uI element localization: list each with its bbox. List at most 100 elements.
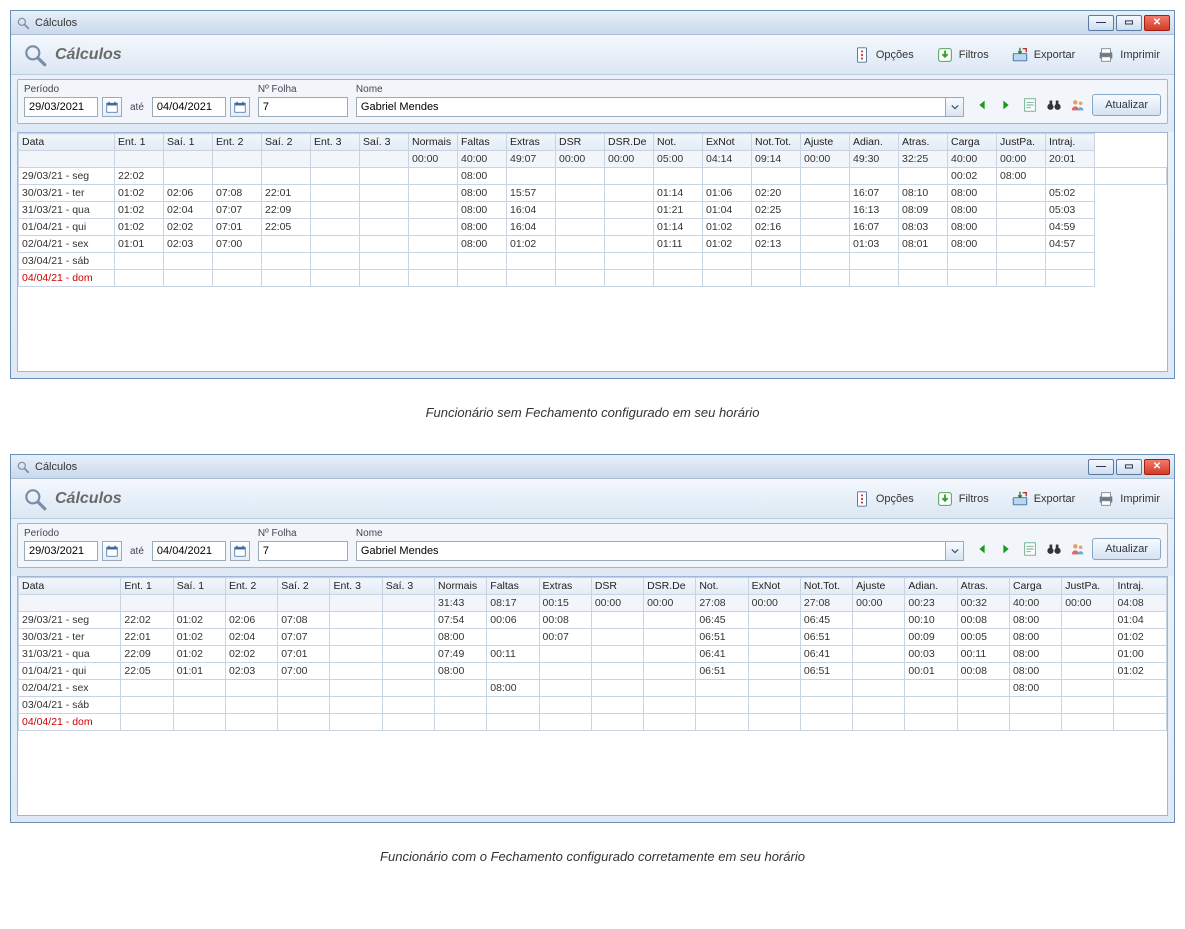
col-header[interactable]: Atras. — [957, 578, 1009, 595]
filter-panel: PeríodoatéNº FolhaNomeAtualizar — [17, 523, 1168, 568]
table-row[interactable]: 04/04/21 - dom — [19, 270, 1167, 287]
atualizar-button[interactable]: Atualizar — [1092, 538, 1161, 560]
nome-dropdown-button[interactable] — [946, 541, 964, 561]
col-header[interactable]: Saí. 2 — [262, 134, 311, 151]
close-button[interactable]: ✕ — [1144, 459, 1170, 475]
notes-icon[interactable] — [1020, 539, 1040, 559]
col-header[interactable]: Ent. 2 — [225, 578, 277, 595]
table-row[interactable]: 04/04/21 - dom — [19, 714, 1167, 731]
periodo-to-input[interactable] — [152, 541, 226, 561]
col-header[interactable]: Ent. 1 — [121, 578, 173, 595]
col-header[interactable]: DSR.De — [644, 578, 696, 595]
periodo-to-input[interactable] — [152, 97, 226, 117]
calendar-to-button[interactable] — [230, 541, 250, 561]
table-row[interactable]: 31/03/21 - qua22:0901:0202:0207:0107:490… — [19, 646, 1167, 663]
table-row[interactable]: 03/04/21 - sáb — [19, 697, 1167, 714]
table-row[interactable]: 29/03/21 - seg22:0201:0202:0607:0807:540… — [19, 612, 1167, 629]
col-header[interactable]: Not.Tot. — [752, 134, 801, 151]
col-header[interactable]: Ent. 3 — [330, 578, 382, 595]
filtros-button[interactable]: Filtros — [936, 46, 989, 64]
table-row[interactable]: 02/04/21 - sex08:0008:00 — [19, 680, 1167, 697]
col-header[interactable]: Not.Tot. — [800, 578, 852, 595]
nome-input[interactable] — [356, 541, 946, 561]
col-header[interactable]: JustPa. — [997, 134, 1046, 151]
col-header[interactable]: Saí. 1 — [173, 578, 225, 595]
table-row[interactable]: 31/03/21 - qua01:0202:0407:0722:0908:001… — [19, 202, 1167, 219]
data-grid[interactable]: DataEnt. 1Saí. 1Ent. 2Saí. 2Ent. 3Saí. 3… — [17, 576, 1168, 816]
col-header[interactable]: Normais — [435, 578, 487, 595]
col-header[interactable]: Ajuste — [853, 578, 905, 595]
col-header[interactable]: Adian. — [850, 134, 899, 151]
col-header[interactable]: Faltas — [458, 134, 507, 151]
col-header[interactable]: Intraj. — [1114, 578, 1167, 595]
col-header[interactable]: Data — [19, 578, 121, 595]
minimize-button[interactable]: — — [1088, 15, 1114, 31]
col-header[interactable]: Faltas — [487, 578, 539, 595]
next-button[interactable] — [996, 539, 1016, 559]
calendar-from-button[interactable] — [102, 97, 122, 117]
minimize-button[interactable]: — — [1088, 459, 1114, 475]
prev-button[interactable] — [972, 539, 992, 559]
col-header[interactable]: Ent. 3 — [311, 134, 360, 151]
binoculars-icon[interactable] — [1044, 95, 1064, 115]
col-header[interactable]: Not. — [654, 134, 703, 151]
col-header[interactable]: Extras — [539, 578, 591, 595]
calendar-from-button[interactable] — [102, 541, 122, 561]
table-row[interactable]: 01/04/21 - qui22:0501:0102:0307:0008:000… — [19, 663, 1167, 680]
table-row[interactable]: 01/04/21 - qui01:0202:0207:0122:0508:001… — [19, 219, 1167, 236]
col-header[interactable]: Adian. — [905, 578, 957, 595]
next-button[interactable] — [996, 95, 1016, 115]
exportar-button[interactable]: Exportar — [1011, 490, 1076, 508]
col-header[interactable]: JustPa. — [1062, 578, 1114, 595]
col-header[interactable]: Atras. — [899, 134, 948, 151]
table-row[interactable]: 30/03/21 - ter01:0202:0607:0822:0108:001… — [19, 185, 1167, 202]
nfolha-input[interactable] — [258, 541, 348, 561]
col-header[interactable]: Saí. 2 — [278, 578, 330, 595]
people-icon[interactable] — [1068, 95, 1088, 115]
col-header[interactable]: Extras — [507, 134, 556, 151]
data-grid[interactable]: DataEnt. 1Saí. 1Ent. 2Saí. 2Ent. 3Saí. 3… — [17, 132, 1168, 372]
imprimir-button[interactable]: Imprimir — [1097, 490, 1160, 508]
col-header[interactable]: DSR — [591, 578, 643, 595]
col-header[interactable]: Carga — [948, 134, 997, 151]
maximize-button[interactable]: ▭ — [1116, 15, 1142, 31]
col-header[interactable]: Ent. 2 — [213, 134, 262, 151]
col-header[interactable]: DSR — [556, 134, 605, 151]
nfolha-input[interactable] — [258, 97, 348, 117]
opcoes-button[interactable]: Opções — [853, 46, 914, 64]
atualizar-button[interactable]: Atualizar — [1092, 94, 1161, 116]
col-header[interactable]: Carga — [1009, 578, 1061, 595]
nome-input[interactable] — [356, 97, 946, 117]
col-header[interactable]: Not. — [696, 578, 748, 595]
exportar-button[interactable]: Exportar — [1011, 46, 1076, 64]
calendar-to-button[interactable] — [230, 97, 250, 117]
periodo-from-input[interactable] — [24, 541, 98, 561]
col-header[interactable]: Saí. 1 — [164, 134, 213, 151]
col-header[interactable]: Intraj. — [1046, 134, 1095, 151]
maximize-button[interactable]: ▭ — [1116, 459, 1142, 475]
col-header[interactable]: Saí. 3 — [382, 578, 434, 595]
col-header[interactable]: Data — [19, 134, 115, 151]
table-row[interactable]: 02/04/21 - sex01:0102:0307:0008:0001:020… — [19, 236, 1167, 253]
col-header[interactable]: Normais — [409, 134, 458, 151]
col-header[interactable]: DSR.De — [605, 134, 654, 151]
imprimir-button[interactable]: Imprimir — [1097, 46, 1160, 64]
table-row[interactable]: 29/03/21 - seg22:0208:0000:0208:00 — [19, 168, 1167, 185]
notes-icon[interactable] — [1020, 95, 1040, 115]
table-row[interactable]: 30/03/21 - ter22:0101:0202:0407:0708:000… — [19, 629, 1167, 646]
col-header[interactable]: Ent. 1 — [115, 134, 164, 151]
prev-button[interactable] — [972, 95, 992, 115]
people-icon[interactable] — [1068, 539, 1088, 559]
col-header[interactable]: Saí. 3 — [360, 134, 409, 151]
filtros-button[interactable]: Filtros — [936, 490, 989, 508]
opcoes-button[interactable]: Opções — [853, 490, 914, 508]
data-cell: 00:09 — [905, 629, 957, 646]
table-row[interactable]: 03/04/21 - sáb — [19, 253, 1167, 270]
periodo-from-input[interactable] — [24, 97, 98, 117]
binoculars-icon[interactable] — [1044, 539, 1064, 559]
close-button[interactable]: ✕ — [1144, 15, 1170, 31]
col-header[interactable]: ExNot — [703, 134, 752, 151]
col-header[interactable]: Ajuste — [801, 134, 850, 151]
col-header[interactable]: ExNot — [748, 578, 800, 595]
nome-dropdown-button[interactable] — [946, 97, 964, 117]
